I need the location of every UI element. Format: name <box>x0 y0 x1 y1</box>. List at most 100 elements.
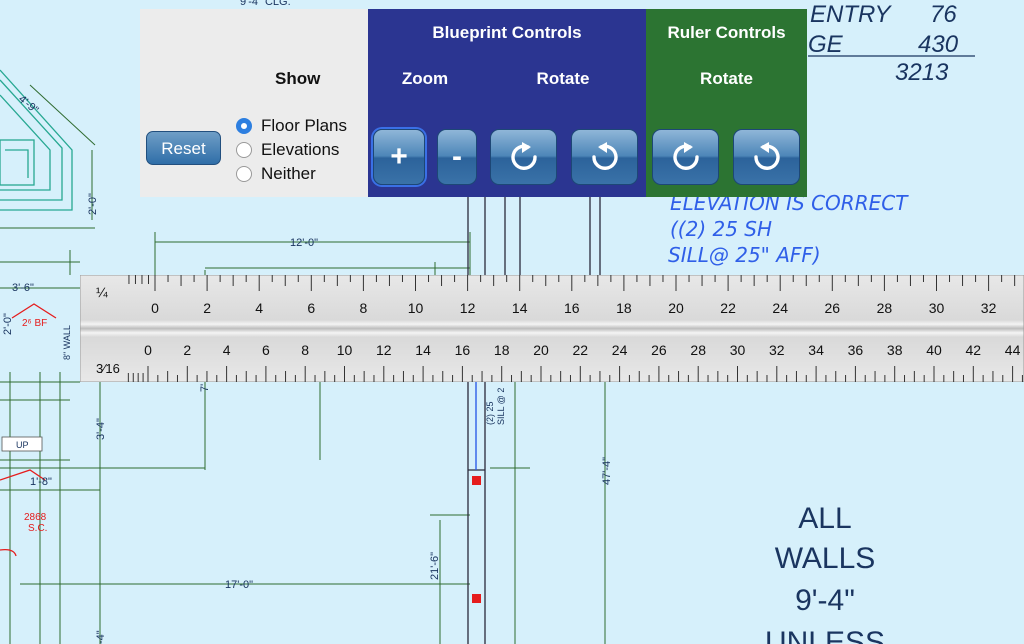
scale-ruler[interactable]: 0 2 4 6 8 10 12 14 16 18 20 22 24 26 28 30 320 2 4 6 8 10 12 14… <box>80 275 1024 382</box>
ruler-number: 12 <box>460 300 476 316</box>
radio-indicator[interactable] <box>236 118 252 134</box>
ruler-number: 14 <box>512 300 528 316</box>
ruler-number: 36 <box>848 342 864 358</box>
zoom-out-button[interactable]: - <box>437 129 477 185</box>
area-table: ENTRY 76 GE 430 3213 <box>808 1 975 86</box>
ruler-number: 14 <box>415 342 431 358</box>
ruler-rotate-cw-button[interactable] <box>733 129 800 185</box>
ruler-controls-panel: Ruler Controls Rotate <box>646 9 807 197</box>
ruler-number: 26 <box>825 300 841 316</box>
blueprint-controls-title: Blueprint Controls <box>432 23 582 42</box>
ruler-number: 8 <box>360 300 368 316</box>
room-label-sc: S.C. <box>28 523 47 534</box>
radio-neither[interactable]: Neither <box>236 164 316 184</box>
rotate-label: Rotate <box>536 69 590 88</box>
ruler-number: 0 <box>144 342 152 358</box>
radio-floor-plans[interactable]: Floor Plans <box>236 116 347 136</box>
walls-notice: ALL WALLS 9'-4" UNLESS <box>765 502 885 644</box>
table-value: 76 <box>930 1 957 28</box>
note-line: ((2) 25 SH <box>670 217 772 241</box>
ruler-number: 18 <box>616 300 632 316</box>
dimension-label: 3'-6" <box>12 282 34 294</box>
reset-button[interactable]: Reset <box>146 131 221 165</box>
radio-elevations[interactable]: Elevations <box>236 140 339 160</box>
ruler-number: 44 <box>1005 342 1021 358</box>
ruler-number: 8 <box>301 342 309 358</box>
dimension-label: 7' <box>199 384 211 392</box>
ruler-number: 6 <box>262 342 270 358</box>
room-label-wall: 8" WALL <box>62 325 72 360</box>
zoom-in-button[interactable]: + <box>373 129 425 185</box>
table-label: ENTRY <box>810 1 892 28</box>
ruler-bottom-scale: 3⁄16 <box>96 361 120 376</box>
ruler-number: 38 <box>887 342 903 358</box>
radio-indicator[interactable] <box>236 166 252 182</box>
notice-line: WALLS <box>775 542 876 575</box>
ruler-number: 22 <box>573 342 589 358</box>
radio-label: Elevations <box>261 140 340 159</box>
zoom-label: Zoom <box>401 69 449 88</box>
rotate-cw-icon <box>753 142 780 170</box>
ruler-number: 0 <box>151 300 159 316</box>
ruler-number: 10 <box>408 300 424 316</box>
ruler-number: 16 <box>564 300 580 316</box>
ruler-top-scale: ¼ <box>96 284 108 300</box>
ruler-number: 28 <box>877 300 893 316</box>
blueprint-controls-panel: Blueprint Controls Zoom Rotate + - <box>368 9 646 197</box>
room-labels: 2⁶ BF 8" WALL UP 2868 S.C. <box>1 318 72 534</box>
header-fragment: 9'-4" CLG. <box>240 0 291 8</box>
ruler-number: 40 <box>926 342 942 358</box>
ruler-number: 34 <box>808 342 824 358</box>
show-panel: Show Reset Floor Plans Elevations Neithe… <box>140 9 368 197</box>
ruler-number: 16 <box>455 342 471 358</box>
radio-label: Neither <box>261 164 316 183</box>
rotate-ccw-icon <box>510 142 537 170</box>
room-label-bf: 2⁶ BF <box>22 318 47 329</box>
ruler-number: 18 <box>494 342 510 358</box>
red-arc <box>0 548 17 557</box>
red-marker <box>472 594 481 603</box>
ruler-rotate-ccw-button[interactable] <box>652 129 719 185</box>
ruler-number: 20 <box>668 300 684 316</box>
ruler-number: 32 <box>981 300 997 316</box>
rotate-ccw-icon <box>672 142 699 170</box>
notice-line: 9'-4" <box>795 584 855 617</box>
table-value: 3213 <box>895 59 949 86</box>
notice-line: UNLESS <box>765 626 885 644</box>
notice-line: ALL <box>798 502 851 535</box>
ruler-number: 10 <box>337 342 353 358</box>
dimension-label: 2'-0" <box>2 313 14 335</box>
dimension-label: 1'-8" <box>30 476 52 488</box>
dimension-label: 17'-0" <box>225 579 253 591</box>
ruler-number: 26 <box>651 342 667 358</box>
dimension-label: 12'-0" <box>290 237 318 249</box>
blueprint-rotate-ccw-button[interactable] <box>490 129 557 185</box>
dimension-label: -4" <box>95 630 107 644</box>
ruler-number: 30 <box>929 300 945 316</box>
handwritten-note: ELEVATION IS CORRECT ((2) 25 SH SILL@ 25… <box>668 191 909 267</box>
ruler-number: 42 <box>966 342 982 358</box>
ruler-number: 12 <box>376 342 392 358</box>
ruler-number: 22 <box>720 300 736 316</box>
radio-label: Floor Plans <box>261 116 347 135</box>
dimension-label: 47'-4" <box>601 457 613 485</box>
red-marker <box>472 476 481 485</box>
ruler-number: 4 <box>223 342 231 358</box>
dimension-label: 21'-6" <box>429 552 441 580</box>
ruler-number: 2 <box>183 342 191 358</box>
red-arc <box>11 303 57 319</box>
ruler-number: 20 <box>533 342 549 358</box>
ruler-number: 24 <box>612 342 628 358</box>
radio-indicator[interactable] <box>236 142 252 158</box>
ruler-number: 4 <box>255 300 263 316</box>
ruler-number: 2 <box>203 300 211 316</box>
window-note-line: SILL @ 2 <box>496 388 506 425</box>
ruler-number: 30 <box>730 342 746 358</box>
rotate-cw-icon <box>591 142 618 170</box>
table-label: GE <box>808 31 844 58</box>
ruler-number: 6 <box>307 300 315 316</box>
note-line: SILL@ 25" AFF) <box>668 243 821 267</box>
blueprint-rotate-cw-button[interactable] <box>571 129 638 185</box>
ruler-controls-title: Ruler Controls <box>667 23 786 42</box>
ruler-number: 24 <box>772 300 788 316</box>
